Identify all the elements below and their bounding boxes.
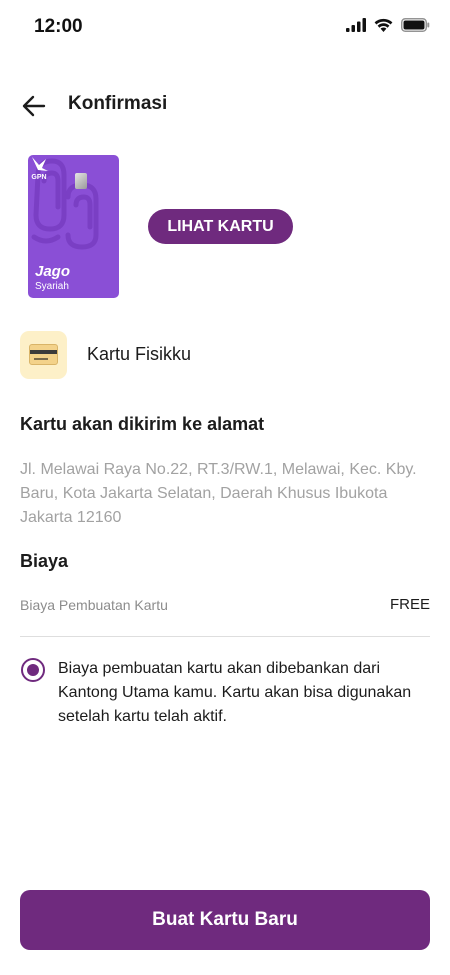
radio-selected-dot <box>26 663 39 676</box>
card-chip <box>75 173 87 189</box>
card-preview: Jago Syariah GPN <box>28 155 119 298</box>
delivery-address: Jl. Melawai Raya No.22, RT.3/RW.1, Melaw… <box>20 461 417 526</box>
consent-radio[interactable] <box>21 658 45 682</box>
status-bar: 12:00 <box>0 0 450 56</box>
back-arrow-icon <box>22 95 46 117</box>
fee-section-title: Biaya <box>20 551 69 571</box>
consent-text: Biaya pembuatan kartu akan dibebankan da… <box>58 660 412 725</box>
divider <box>20 636 430 637</box>
card-brand-logo: Jago <box>35 263 71 280</box>
view-card-button[interactable]: LIHAT KARTU <box>148 209 293 244</box>
gpn-logo-text: GPN <box>31 174 46 181</box>
card-icon <box>20 331 67 379</box>
status-icons <box>346 18 430 32</box>
product-label: Kartu Fisikku <box>87 344 192 364</box>
product-row: Kartu Fisikku <box>20 331 430 379</box>
wifi-icon <box>374 18 393 32</box>
battery-icon <box>401 18 430 32</box>
fee-value: FREE <box>389 596 430 613</box>
card-brand-sub: Syariah <box>35 281 69 292</box>
fee-label: Biaya Pembuatan Kartu <box>20 597 168 613</box>
fee-row: Biaya Pembuatan Kartu FREE <box>20 595 430 617</box>
header: Konfirmasi <box>0 84 450 128</box>
address-section-title: Kartu akan dikirim ke alamat <box>20 414 265 434</box>
signal-icon <box>346 18 366 32</box>
back-button[interactable] <box>20 92 48 120</box>
page-title: Konfirmasi <box>68 93 168 114</box>
gpn-logo-icon: GPN <box>31 157 48 181</box>
create-card-button[interactable]: Buat Kartu Baru <box>20 890 430 950</box>
status-time: 12:00 <box>34 16 83 37</box>
